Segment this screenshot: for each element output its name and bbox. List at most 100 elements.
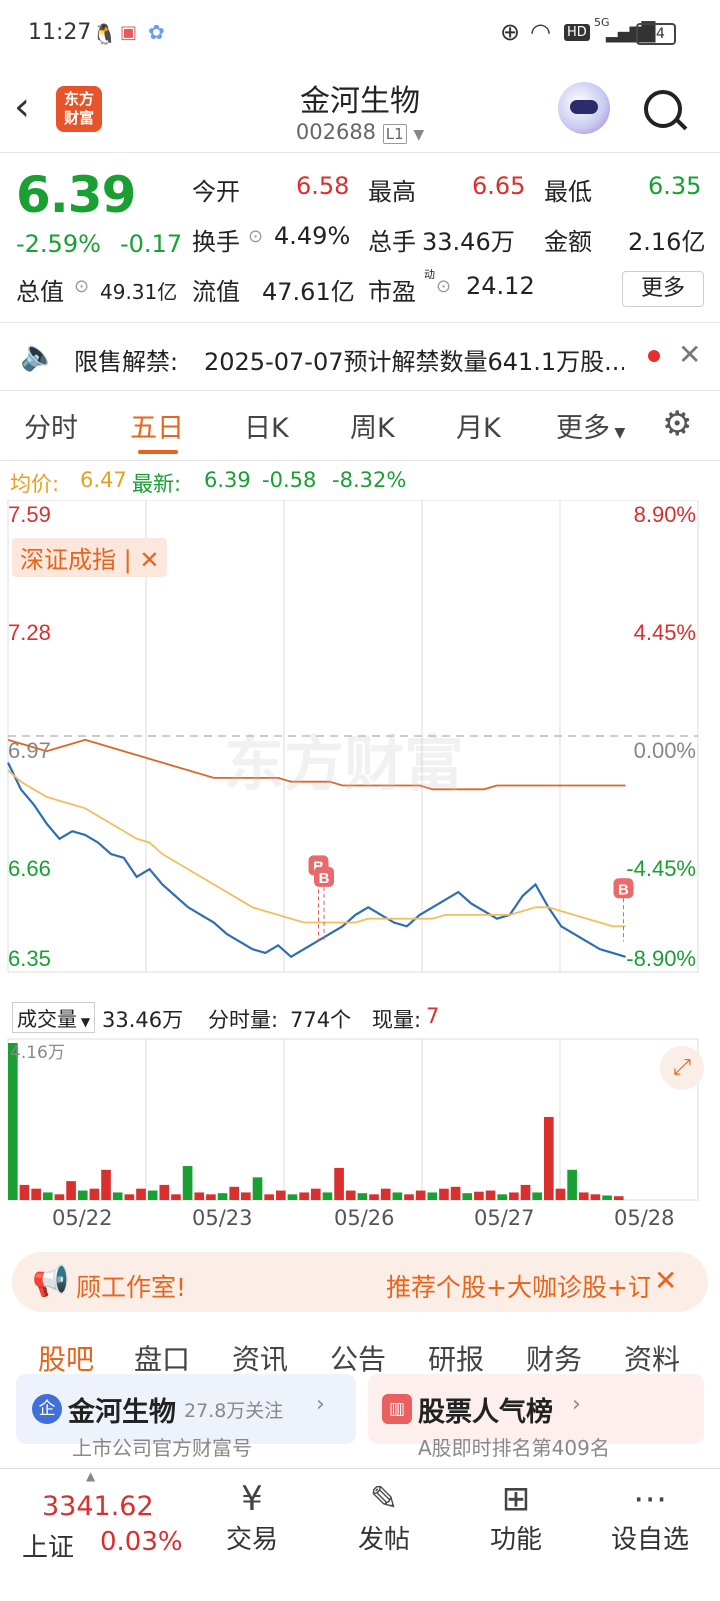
high-label: 最高: [368, 178, 416, 206]
dropdown-icon: ▼: [77, 1015, 91, 1029]
info-icon[interactable]: ⊙: [436, 276, 451, 297]
volume-bar: [602, 1195, 612, 1200]
nav-functions[interactable]: ⊞ 功能: [476, 1479, 556, 1556]
volume-bar: [369, 1194, 379, 1200]
volume-bar: [532, 1192, 542, 1200]
volume-bar: [159, 1184, 170, 1200]
tab-more[interactable]: 更多 ▼: [556, 406, 625, 445]
search-icon[interactable]: [644, 90, 688, 131]
chevron-up-icon[interactable]: ▲: [86, 1469, 95, 1483]
chevron-down-icon: ▼: [413, 127, 425, 143]
tick-volume-value: 774个: [290, 1008, 352, 1032]
nav-watchlist[interactable]: ⋯ 设自选: [600, 1479, 700, 1556]
volume-bar: [77, 1190, 88, 1200]
expand-icon[interactable]: ⤢: [660, 1046, 704, 1090]
volume-bar: [322, 1192, 333, 1200]
close-icon[interactable]: ✕: [139, 546, 159, 574]
volume-bar: [287, 1194, 298, 1200]
stock-name: 金河生物: [300, 84, 420, 119]
float-label: 流值: [192, 278, 240, 306]
open-value: 6.58: [296, 172, 350, 200]
notice-text[interactable]: 2025-07-07预计解禁数量641.1万股...: [204, 342, 624, 377]
y-tick-left: 6.66: [8, 856, 51, 881]
overlay-tag[interactable]: 深证成指 | ✕: [12, 538, 168, 577]
subtab-pankou[interactable]: 盘口: [134, 1338, 190, 1378]
volume-bar: [264, 1194, 274, 1200]
tab-five-day[interactable]: 五日: [130, 406, 184, 445]
close-icon[interactable]: ✕: [654, 1264, 677, 1297]
change-abs: -0.17: [120, 230, 183, 258]
volume-bar: [206, 1194, 216, 1200]
volume-bar: [415, 1190, 426, 1200]
volume-selector-label: 成交量: [17, 1007, 77, 1031]
volume-bar: [497, 1194, 508, 1200]
subtab-news[interactable]: 资讯: [232, 1338, 288, 1378]
robot-assistant-icon[interactable]: [558, 82, 610, 134]
volume-bar: [182, 1166, 193, 1200]
subtab-research[interactable]: 研报: [428, 1338, 484, 1378]
more-button[interactable]: 更多: [622, 271, 704, 307]
chevron-right-icon: ›: [572, 1392, 581, 1417]
volume-chart[interactable]: [0, 1035, 720, 1205]
volume-bar: [217, 1193, 228, 1200]
volume-bar: [310, 1188, 321, 1200]
pe-label: 市盈: [368, 278, 416, 306]
volume-bar: [299, 1192, 309, 1200]
volume-bar: [124, 1194, 135, 1200]
index-name[interactable]: 上证: [22, 1527, 74, 1564]
turnover-value: 4.49%: [274, 222, 351, 250]
volume-bar: [147, 1190, 158, 1200]
tab-monthly-k[interactable]: 月K: [456, 406, 501, 445]
info-icon[interactable]: ⊙: [74, 276, 89, 297]
date-label: 05/23: [192, 1206, 253, 1230]
y-tick-left: 7.28: [8, 620, 51, 645]
tab-weekly-k[interactable]: 周K: [350, 406, 395, 445]
date-label: 05/22: [52, 1206, 113, 1230]
volume-bar: [334, 1167, 344, 1200]
float-value: 47.61亿: [262, 278, 355, 306]
change-pct: -2.59%: [16, 230, 101, 258]
app-icon: ✿: [148, 20, 165, 44]
y-tick-right: 4.45%: [634, 620, 696, 645]
promo-banner[interactable]: 📢 顾工作室! 推荐个股+大咖诊股+订 ✕: [12, 1252, 708, 1312]
buy-marker-label: B: [319, 870, 330, 887]
grid-icon: ⊞: [501, 1479, 531, 1519]
subtab-guba[interactable]: 股吧: [38, 1338, 94, 1378]
gear-icon[interactable]: ⚙: [662, 404, 692, 444]
overlay-tag-label: 深证成指: [20, 546, 116, 574]
volume-bar: [392, 1192, 403, 1200]
nav-trade-label: 交易: [225, 1525, 278, 1555]
volume-bar: [229, 1186, 240, 1200]
open-label: 今开: [192, 178, 240, 206]
subtab-profile[interactable]: 资料: [624, 1338, 680, 1378]
volume-selector[interactable]: 成交量 ▼: [12, 1002, 96, 1033]
stock-code-row[interactable]: 002688 L1 ▼: [0, 120, 720, 144]
y-tick-right: 8.90%: [634, 502, 696, 527]
tab-intraday[interactable]: 分时: [24, 406, 78, 445]
nav-watchlist-label: 设自选: [610, 1525, 689, 1555]
megaphone-icon: 📢: [32, 1264, 70, 1299]
index-change[interactable]: 0.03%: [100, 1527, 183, 1557]
volume-bar: [136, 1188, 146, 1200]
nav-functions-label: 功能: [489, 1525, 542, 1555]
close-icon[interactable]: ✕: [678, 338, 701, 371]
popularity-card[interactable]: ▥ 股票人气榜 › A股即时排名第409名: [368, 1374, 704, 1460]
pe-value: 24.12: [466, 272, 535, 300]
volume-bar: [194, 1192, 205, 1200]
more-dots-icon: ⋯: [633, 1479, 667, 1519]
amount-label: 金额: [544, 228, 592, 256]
subtab-announcement[interactable]: 公告: [330, 1338, 386, 1378]
status-time: 11:27: [28, 20, 92, 45]
subtab-finance[interactable]: 财务: [526, 1338, 582, 1378]
now-volume-label: 现量:: [372, 1008, 422, 1032]
info-icon[interactable]: ⊙: [248, 226, 263, 247]
volume-bar: [241, 1192, 251, 1200]
company-card[interactable]: 企 金河生物 27.8万关注 › 上市公司官方财富号: [16, 1374, 356, 1460]
index-value[interactable]: 3341.62: [42, 1491, 154, 1522]
volume-bar: [31, 1188, 41, 1200]
volume-bar: [590, 1194, 601, 1200]
nav-trade[interactable]: ¥ 交易: [212, 1479, 292, 1556]
tab-daily-k[interactable]: 日K: [244, 406, 289, 445]
nav-post[interactable]: ✎ 发帖: [344, 1479, 424, 1556]
buy-marker-label: B: [618, 881, 629, 898]
